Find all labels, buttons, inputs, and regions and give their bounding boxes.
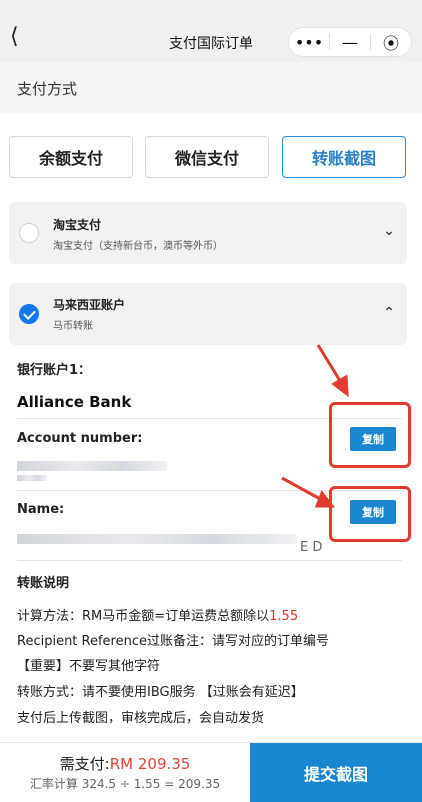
instruction-text: 计算方法：RM马币金额=订单运费总额除以 <box>17 609 270 624</box>
arrow-head <box>331 374 349 398</box>
amount-due-label: 需支付: <box>59 755 110 773</box>
amount-due: 需支付:RM 209.35 <box>0 753 250 774</box>
amount-due-value: RM 209.35 <box>109 755 191 773</box>
instruction-line: Recipient Reference过账备注：请写对应的订单编号 <box>17 634 330 649</box>
exchange-rate: 1.55 <box>269 609 299 624</box>
arrow-line <box>316 344 344 385</box>
instructions-title: 转账说明 <box>17 576 70 591</box>
exchange-calculation: 汇率计算 324.5 ÷ 1.55 = 209.35 <box>29 777 221 791</box>
checkout-bar: 需支付:RM 209.35 汇率计算 324.5 ÷ 1.55 = 209.35… <box>0 742 422 802</box>
arrow-head <box>314 489 336 508</box>
arrow-line <box>281 476 323 502</box>
instruction-line: 【重要】不要写其他字符 <box>17 659 161 674</box>
instruction-line: 计算方法：RM马币金额=订单运费总额除以1.55 <box>17 605 298 624</box>
instruction-line: 转账方式：请不要使用IBG服务 【过账会有延迟】 <box>17 685 304 700</box>
submit-screenshot-button[interactable]: 提交截图 <box>250 743 422 802</box>
instruction-line: 支付后上传截图，审核完成后，会自动发货 <box>17 711 265 726</box>
